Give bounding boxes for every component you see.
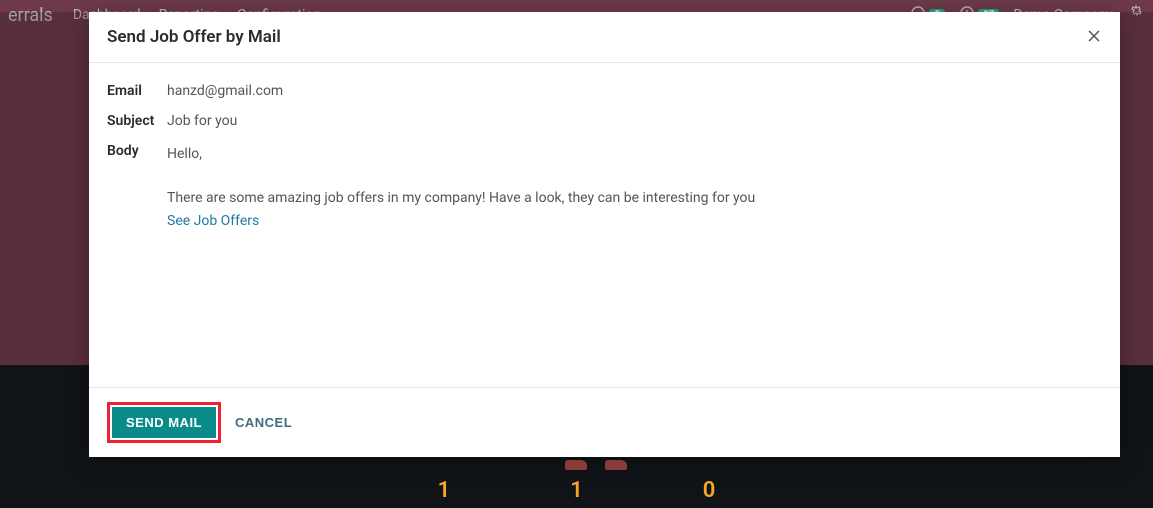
- avatar-shoes: [565, 460, 627, 470]
- body-text: There are some amazing job offers in my …: [167, 187, 1102, 209]
- cancel-button[interactable]: CANCEL: [235, 415, 292, 430]
- send-mail-modal: Send Job Offer by Mail Email hanzd@gmail…: [89, 12, 1120, 457]
- subject-field[interactable]: Job for you: [167, 113, 1102, 129]
- email-field[interactable]: hanzd@gmail.com: [167, 83, 1102, 99]
- stat-2: 1: [570, 478, 583, 508]
- modal-footer: SEND MAIL CANCEL: [89, 387, 1120, 457]
- close-button[interactable]: [1086, 26, 1102, 48]
- email-label: Email: [107, 83, 167, 99]
- send-mail-highlight: SEND MAIL: [107, 402, 221, 443]
- send-mail-button[interactable]: SEND MAIL: [112, 407, 216, 438]
- body-field[interactable]: Hello, There are some amazing job offers…: [167, 143, 1102, 232]
- stat-1: 1: [438, 478, 451, 508]
- modal-title: Send Job Offer by Mail: [107, 27, 281, 47]
- body-greeting: Hello,: [167, 143, 1102, 165]
- see-job-offers-link[interactable]: See Job Offers: [167, 210, 1102, 232]
- body-label: Body: [107, 143, 167, 159]
- close-icon: [1086, 24, 1102, 49]
- bottom-stats: 1 1 0: [0, 478, 1153, 508]
- modal-body: Email hanzd@gmail.com Subject Job for yo…: [89, 63, 1120, 387]
- stat-3: 0: [703, 478, 716, 508]
- subject-label: Subject: [107, 113, 167, 129]
- modal-header: Send Job Offer by Mail: [89, 12, 1120, 63]
